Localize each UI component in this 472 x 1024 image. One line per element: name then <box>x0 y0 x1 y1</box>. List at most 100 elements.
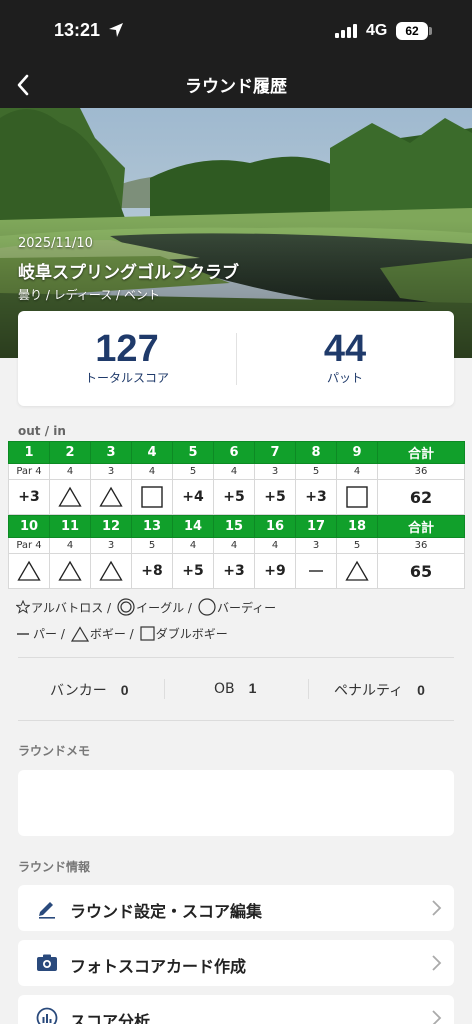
legend-eagle: イーグル / <box>117 598 192 616</box>
battery-tip <box>429 27 432 35</box>
hole-score[interactable]: +5 <box>172 553 214 589</box>
pencil-icon <box>39 902 55 919</box>
score-total: 62 <box>377 479 465 515</box>
camera-icon <box>37 954 57 971</box>
legend-row-2: パー / ボギー / ダブルボギー <box>16 625 234 642</box>
chart-icon <box>36 1007 58 1024</box>
par-total: 36 <box>377 463 465 480</box>
round-memo-box[interactable] <box>18 770 454 836</box>
legend-albatross-label: アルバトロス / <box>31 600 112 615</box>
hole-score[interactable] <box>49 479 91 515</box>
info-section-title: ラウンド情報 <box>18 860 91 874</box>
hole-score[interactable] <box>90 479 132 515</box>
hole-number: 8 <box>295 441 337 464</box>
hole-par: 4 <box>131 463 173 480</box>
triangle-icon <box>337 560 377 582</box>
signal-icon <box>335 24 357 38</box>
hole-score[interactable]: +3 <box>8 479 50 515</box>
hole-score[interactable] <box>295 553 337 589</box>
total-score-block: 127 トータルスコア <box>18 311 236 406</box>
legend-birdie-label: バーディー <box>216 600 277 615</box>
photo-scorecard-row[interactable]: フォトスコアカード作成 <box>18 940 454 986</box>
dash-icon <box>296 566 336 576</box>
hole-score[interactable] <box>336 553 378 589</box>
triangle-icon <box>91 486 131 508</box>
stats-separator <box>164 679 165 699</box>
hole-score[interactable] <box>8 553 50 589</box>
chevron-right-icon <box>432 1010 442 1024</box>
legend-bogey-label: ボギー / <box>89 627 134 641</box>
hole-number-row: 1 2 3 4 5 6 7 8 9 合計 <box>8 441 465 464</box>
round-conditions: 曇り / レディース / ベント <box>18 288 160 302</box>
hole-number: 13 <box>131 515 173 538</box>
hole-score[interactable] <box>131 479 173 515</box>
round-stats: バンカー 0 OB 1 ペナルティ 0 <box>0 670 472 708</box>
hole-score[interactable]: +3 <box>295 479 337 515</box>
hole-number: 5 <box>172 441 214 464</box>
legend-par-label: パー / <box>33 627 65 641</box>
hole-score[interactable]: +4 <box>172 479 214 515</box>
legend-birdie: バーディー <box>198 598 276 616</box>
hole-par: 3 <box>254 463 296 480</box>
edit-round-row[interactable]: ラウンド設定・スコア編集 <box>18 885 454 931</box>
dash-icon <box>17 632 29 635</box>
penalty-stat: ペナルティ 0 <box>334 680 425 700</box>
hole-par: 5 <box>336 537 378 554</box>
hole-par: 5 <box>131 537 173 554</box>
divider <box>18 657 454 658</box>
hole-score[interactable] <box>90 553 132 589</box>
score-analysis-row[interactable]: スコア分析 <box>18 995 454 1024</box>
hole-score[interactable]: +3 <box>213 553 255 589</box>
hole-par: Par 4 <box>8 463 50 480</box>
hole-score[interactable] <box>336 479 378 515</box>
chevron-right-icon <box>432 900 442 916</box>
hole-number: 16 <box>254 515 296 538</box>
hole-number: 18 <box>336 515 378 538</box>
hole-number-row: 10 11 12 13 14 15 16 17 18 合計 <box>8 515 465 538</box>
legend-row-1: アルバトロス / イーグル / バーディー <box>16 598 282 616</box>
hole-score[interactable]: +5 <box>213 479 255 515</box>
hole-par: 3 <box>295 537 337 554</box>
legend-eagle-label: イーグル / <box>136 600 192 615</box>
putts-label: パット <box>326 371 363 385</box>
hole-par: 4 <box>336 463 378 480</box>
hole-score[interactable]: +8 <box>131 553 173 589</box>
ob-stat: OB 1 <box>214 680 256 697</box>
hole-par: 4 <box>49 537 91 554</box>
score-analysis-label: スコア分析 <box>70 1012 151 1024</box>
total-score: 127 <box>95 328 159 370</box>
hole-par: 3 <box>90 463 132 480</box>
hole-par: 4 <box>49 463 91 480</box>
out-in-label: out / in <box>18 424 66 438</box>
par-row: Par 4 4 3 4 5 4 3 5 4 36 <box>8 463 465 480</box>
ob-label: OB <box>214 681 235 697</box>
hole-score[interactable]: +9 <box>254 553 296 589</box>
chevron-right-icon <box>432 955 442 971</box>
hole-number: 11 <box>49 515 91 538</box>
hole-par: 4 <box>254 537 296 554</box>
penalty-label: ペナルティ <box>334 683 404 699</box>
score-row: +3 +4 +5 +5 +3 62 <box>8 479 465 515</box>
penalty-value: 0 <box>417 682 425 698</box>
status-bar: 13:21 4G 62 <box>0 0 472 62</box>
total-score-label: トータルスコア <box>84 371 169 385</box>
battery-icon: 62 <box>396 22 428 40</box>
scorecard-in: 10 11 12 13 14 15 16 17 18 合計 Par 4 4 3 5 4 4 4 3 5 36 +8 +5 +… <box>8 515 465 589</box>
hole-par: 3 <box>90 537 132 554</box>
page-title: ラウンド履歴 <box>185 77 287 97</box>
ob-value: 1 <box>248 680 257 696</box>
photo-scorecard-label: フォトスコアカード作成 <box>70 957 247 976</box>
total-header: 合計 <box>377 515 465 538</box>
triangle-icon <box>50 560 90 582</box>
hole-score[interactable]: +5 <box>254 479 296 515</box>
hole-par: 4 <box>213 463 255 480</box>
hole-score[interactable] <box>49 553 91 589</box>
round-date: 2025/11/10 <box>18 236 93 251</box>
hole-number: 6 <box>213 441 255 464</box>
legend-albatross: アルバトロス / <box>16 599 111 616</box>
edit-round-label: ラウンド設定・スコア編集 <box>70 902 263 921</box>
hole-par: 4 <box>213 537 255 554</box>
putts-block: 44 パット <box>236 311 454 406</box>
legend-double-bogey: ダブルボギー <box>140 625 228 642</box>
divider <box>18 720 454 721</box>
